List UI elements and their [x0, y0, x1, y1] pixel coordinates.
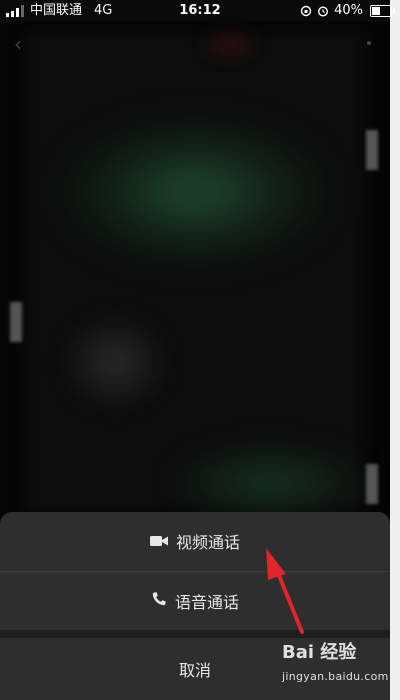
- phone-icon: [151, 591, 167, 611]
- video-call-option[interactable]: 视频通话: [0, 512, 390, 570]
- video-call-label: 视频通话: [175, 533, 240, 552]
- left-edge-tab: [10, 302, 22, 342]
- status-bar: 中国联通 4G 16:12 40%: [0, 0, 400, 22]
- video-camera-icon: [149, 532, 168, 551]
- right-edge-tab: [366, 130, 378, 170]
- rotation-lock-icon: [300, 5, 312, 17]
- watermark-brand: Bai 经验: [282, 642, 394, 664]
- right-edge-tab-lower: [366, 464, 378, 504]
- blurred-green-region-lower: [170, 442, 370, 522]
- blurred-green-region: [60, 117, 330, 267]
- sheet-gap: [0, 630, 390, 638]
- voice-call-option[interactable]: 语音通话: [0, 572, 390, 630]
- battery-percent: 40%: [334, 3, 363, 18]
- back-icon[interactable]: ‹: [14, 34, 34, 54]
- alarm-icon: [317, 5, 329, 17]
- cancel-label: 取消: [178, 661, 211, 680]
- blurred-background: [0, 22, 400, 522]
- more-icon[interactable]: [367, 41, 371, 45]
- battery-icon: [370, 5, 395, 17]
- blurred-red-spot: [200, 30, 260, 60]
- watermark-url: jingyan.baidu.com: [282, 670, 389, 683]
- blurred-panel: [25, 32, 365, 512]
- blurred-gray-region: [60, 312, 170, 412]
- frame-edge: [390, 0, 400, 700]
- voice-call-label: 语音通话: [174, 593, 239, 612]
- status-right: 40%: [300, 0, 395, 22]
- watermark-brand-text: Bai 经验: [282, 642, 357, 663]
- baidu-jingyan-watermark: Bai 经验 jingyan.baidu.com: [282, 642, 394, 694]
- screen: ‹ 中国联通 4G 16:12 40% 视频通话 语音通话 取消 Bai 经验 …: [0, 0, 400, 700]
